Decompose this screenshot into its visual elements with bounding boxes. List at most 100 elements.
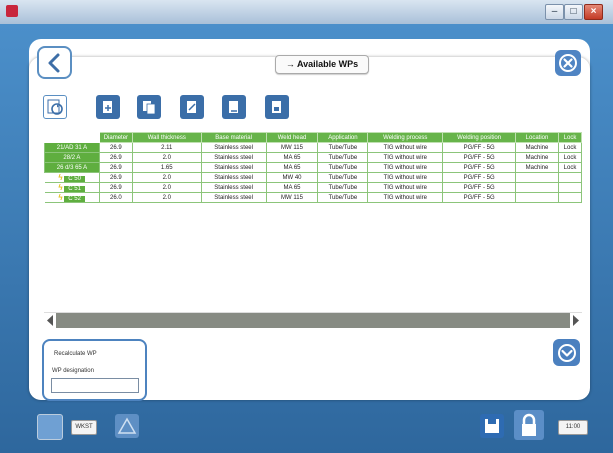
scroll-right-button[interactable] — [570, 313, 582, 328]
document-export-icon — [229, 101, 238, 113]
row-id: 26 d/3 65 A — [44, 162, 100, 173]
table-cell: Stainless steel — [200, 172, 267, 183]
row-id: 28/2 A — [44, 152, 100, 163]
table-cell: 1.65 — [131, 162, 202, 173]
table-cell: Stainless steel — [200, 162, 267, 173]
table-row[interactable]: 26 d/3 65 A 26.9 1.65 Stainless steel MA… — [44, 162, 582, 173]
clock-display: 11:00 — [558, 420, 588, 435]
status-tag: WKST — [71, 420, 97, 435]
back-button[interactable] — [37, 46, 72, 79]
edit-wp-button[interactable] — [180, 95, 204, 119]
minimize-button[interactable]: – — [545, 4, 564, 20]
table-cell: Stainless steel — [200, 192, 267, 203]
lightning-icon: ϟ — [58, 173, 63, 182]
table-row[interactable]: 21/AD 31 A 26.9 2.11 Stainless steel MW … — [44, 142, 582, 153]
warning-button[interactable] — [115, 414, 139, 438]
wp-grid: Diameter Wall thickness Base material We… — [44, 132, 582, 242]
table-cell: TIG without wire — [367, 172, 444, 183]
add-wp-button[interactable] — [96, 95, 120, 119]
triangle-left-icon — [47, 315, 53, 326]
table-cell: Stainless steel — [200, 152, 267, 163]
table-cell: 26.9 — [98, 172, 133, 183]
table-cell: Machine — [515, 152, 559, 163]
column-header[interactable]: Welding process — [367, 132, 444, 143]
page-title: → Available WPs — [275, 55, 369, 74]
lightning-icon: ϟ — [58, 193, 63, 202]
wp-designation-label: WP designation — [52, 368, 94, 374]
copy-icon — [143, 101, 156, 115]
table-cell: Lock — [557, 142, 582, 153]
scroll-left-button[interactable] — [44, 313, 56, 328]
table-cell: 26.9 — [98, 182, 133, 193]
table-cell: 26.0 — [98, 192, 133, 203]
scroll-down-button[interactable] — [553, 339, 580, 366]
table-row[interactable]: ϟ C 50 26.9 2.0 Stainless steel MW 40 Tu… — [44, 172, 582, 183]
table-cell: PG/FF - 5G — [442, 172, 517, 183]
row-id-cell: ϟ C 51 — [44, 182, 100, 193]
row-id: C 52 — [64, 196, 85, 202]
table-cell: MA 65 — [265, 182, 319, 193]
close-window-button[interactable]: × — [584, 4, 603, 20]
table-cell: 2.0 — [131, 192, 202, 203]
app-icon — [6, 5, 18, 17]
table-cell: Tube/Tube — [317, 182, 369, 193]
warning-icon — [117, 417, 137, 434]
column-header[interactable]: Location — [515, 132, 559, 143]
table-row[interactable]: ϟ C 52 26.0 2.0 Stainless steel MW 115 T… — [44, 192, 582, 203]
export-wp-button[interactable] — [222, 95, 246, 119]
triangle-right-icon — [573, 315, 579, 326]
refresh-button[interactable] — [43, 95, 67, 119]
wp-table: Diameter Wall thickness Base material We… — [44, 132, 582, 203]
wp-filter-box: Recalculate WP WP designation — [42, 339, 147, 401]
table-cell: Lock — [557, 162, 582, 173]
table-row[interactable]: ϟ C 51 26.9 2.0 Stainless steel MA 65 Tu… — [44, 182, 582, 193]
horizontal-scrollbar[interactable] — [44, 312, 582, 328]
table-cell: TIG without wire — [367, 192, 444, 203]
column-header[interactable]: Application — [317, 132, 369, 143]
print-wp-button[interactable] — [265, 95, 289, 119]
close-button[interactable] — [555, 50, 581, 76]
save-icon — [485, 419, 499, 433]
table-cell — [557, 172, 582, 183]
column-header — [44, 132, 100, 143]
table-cell: Tube/Tube — [317, 172, 369, 183]
table-cell: PG/FF - 5G — [442, 142, 517, 153]
table-cell: Lock — [557, 152, 582, 163]
column-header[interactable]: Lock — [557, 132, 582, 143]
table-cell: 26.9 — [98, 162, 133, 173]
save-button[interactable] — [480, 414, 504, 438]
column-header[interactable]: Base material — [200, 132, 267, 143]
table-cell: PG/FF - 5G — [442, 192, 517, 203]
row-id-cell: ϟ C 52 — [44, 192, 100, 203]
table-row[interactable]: 28/2 A 26.9 2.0 Stainless steel MA 65 Tu… — [44, 152, 582, 163]
table-cell: Machine — [515, 162, 559, 173]
table-cell: Tube/Tube — [317, 162, 369, 173]
row-id: C 50 — [64, 176, 85, 182]
table-cell — [557, 192, 582, 203]
row-id: 21/AD 31 A — [44, 142, 100, 153]
maximize-button[interactable]: □ — [564, 4, 583, 20]
copy-wp-button[interactable] — [137, 95, 161, 119]
document-edit-icon — [187, 101, 196, 113]
lock-button[interactable] — [514, 410, 544, 440]
table-cell: Tube/Tube — [317, 142, 369, 153]
table-cell — [515, 172, 559, 183]
lock-icon — [522, 413, 536, 436]
table-cell: MW 40 — [265, 172, 319, 183]
monitor-button[interactable] — [37, 414, 63, 440]
column-header[interactable]: Welding position — [442, 132, 517, 143]
document-add-icon — [103, 101, 112, 113]
table-cell: MA 65 — [265, 152, 319, 163]
table-cell: TIG without wire — [367, 142, 444, 153]
column-header[interactable]: Weld head — [265, 132, 319, 143]
column-header[interactable]: Wall thickness — [131, 132, 202, 143]
table-cell: PG/FF - 5G — [442, 162, 517, 173]
table-cell: Stainless steel — [200, 142, 267, 153]
recalculate-label: Recalculate WP — [54, 351, 97, 357]
wp-designation-input[interactable] — [51, 378, 139, 393]
row-id: C 51 — [64, 186, 85, 192]
table-cell: MW 115 — [265, 142, 319, 153]
table-cell: 2.11 — [131, 142, 202, 153]
table-cell: TIG without wire — [367, 182, 444, 193]
column-header[interactable]: Diameter — [98, 132, 133, 143]
